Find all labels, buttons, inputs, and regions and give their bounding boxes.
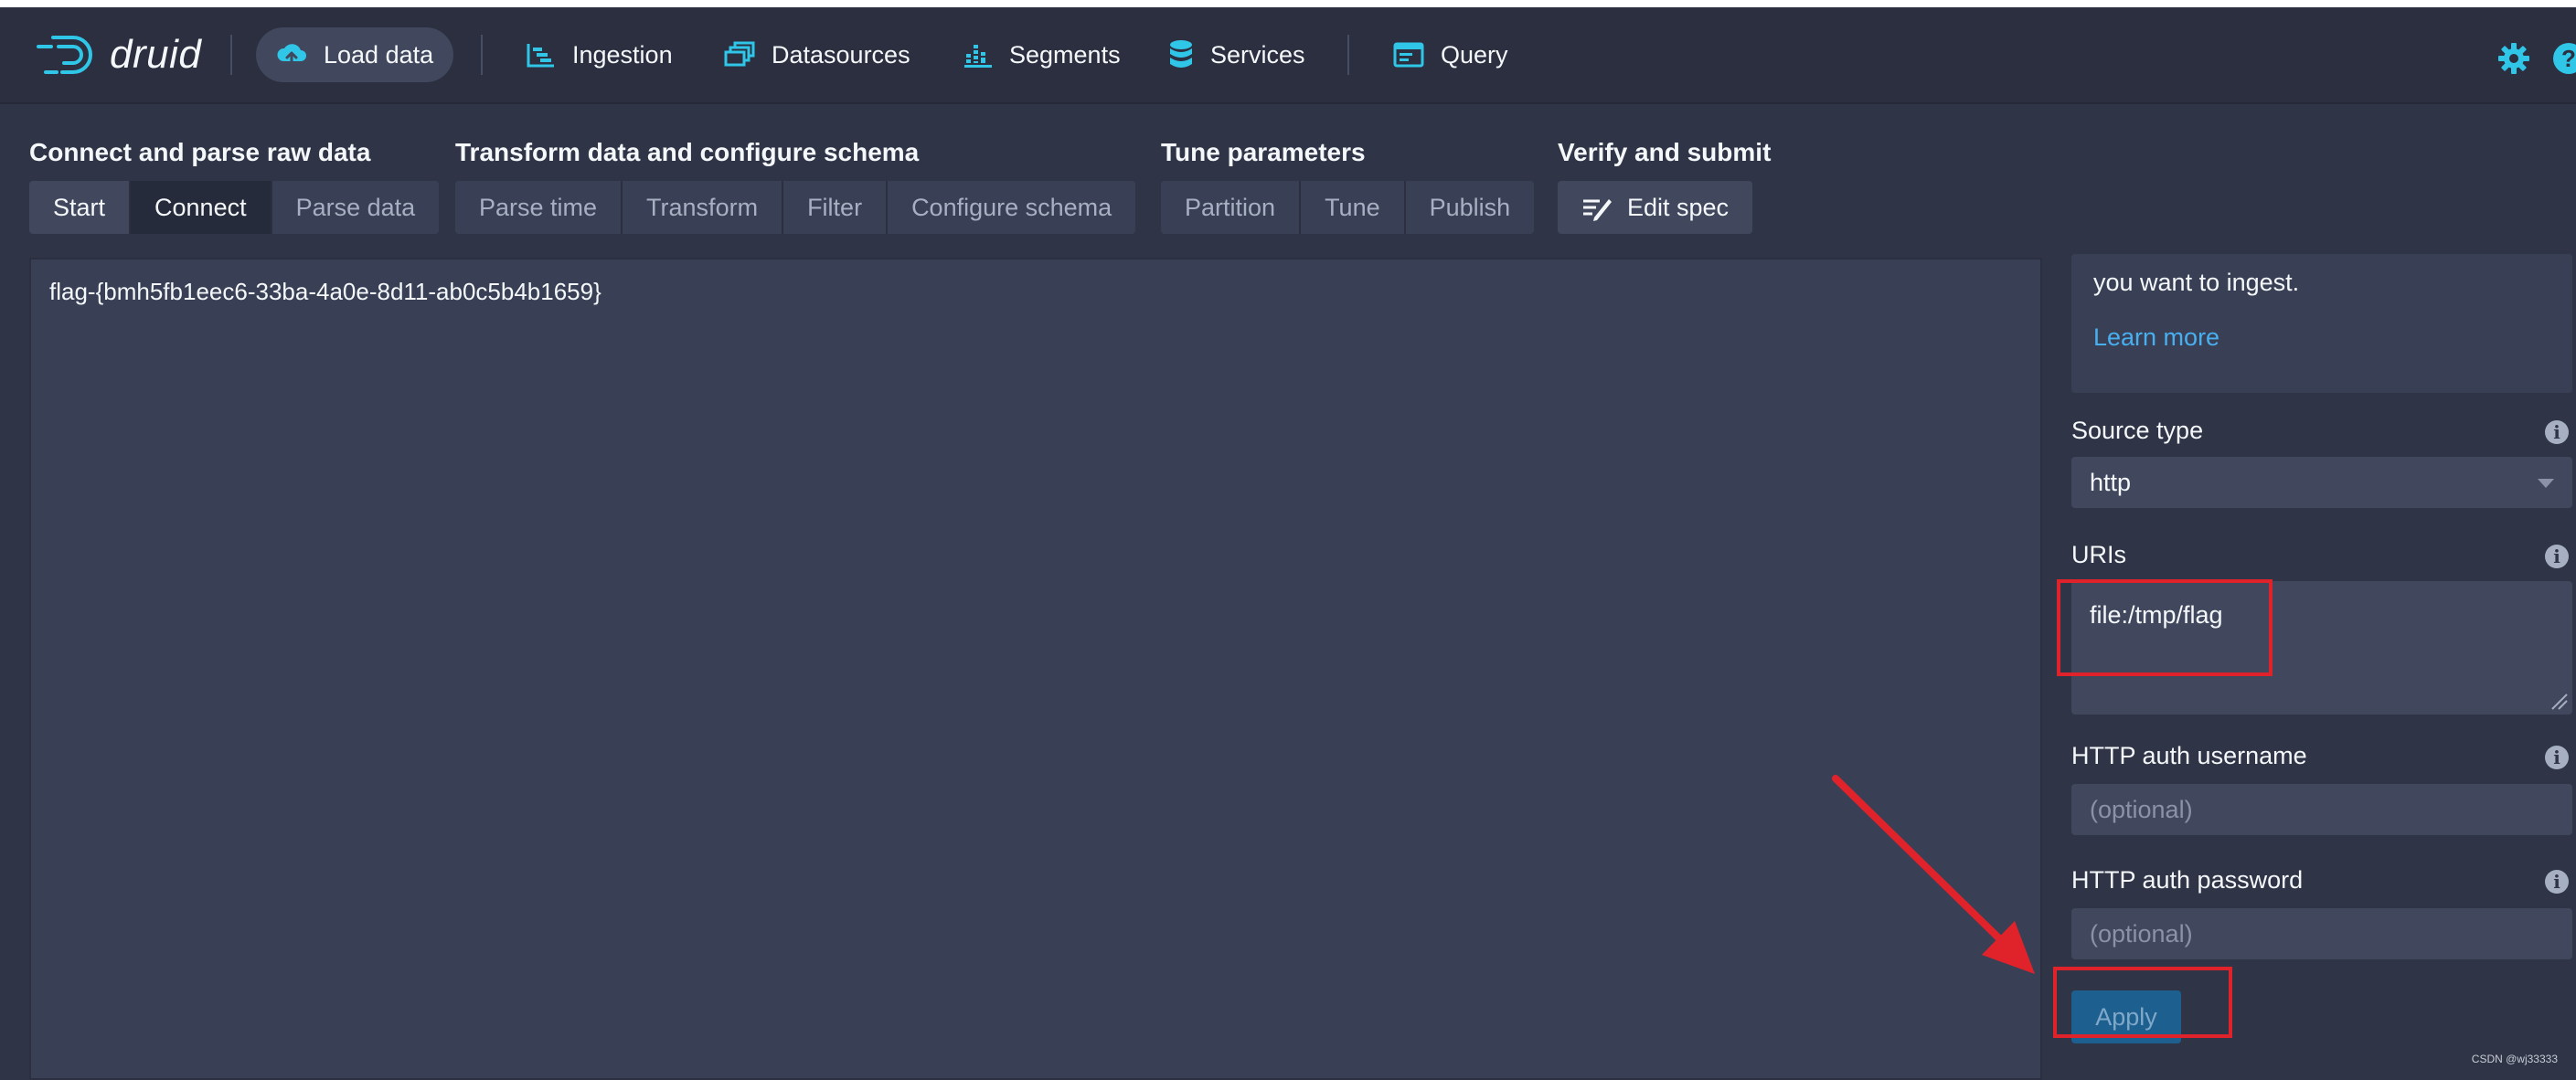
annotation-box-uris — [2057, 579, 2273, 676]
step-publish[interactable]: Publish — [1405, 181, 1535, 234]
step-group-title: Verify and submit — [1558, 138, 1772, 166]
info-icon[interactable]: i — [2545, 870, 2569, 894]
step-configure-schema[interactable]: Configure schema — [888, 181, 1136, 234]
help-icon[interactable]: ? — [2552, 42, 2576, 75]
watermark: CSDN @wj33333 — [2471, 1053, 2558, 1065]
database-icon — [1170, 40, 1192, 68]
nav-divider — [481, 35, 483, 75]
info-icon[interactable]: i — [2545, 420, 2569, 444]
source-type-value: http — [2090, 469, 2132, 496]
nav-services[interactable]: Services — [1148, 27, 1325, 82]
caret-down-icon — [2538, 479, 2554, 488]
step-transform[interactable]: Transform — [623, 181, 784, 234]
source-type-label: Source type — [2071, 417, 2204, 444]
step-filter[interactable]: Filter — [783, 181, 889, 234]
step-tune[interactable]: Tune — [1301, 181, 1406, 234]
druid-logo[interactable]: druid — [37, 27, 201, 82]
step-start[interactable]: Start — [29, 181, 132, 234]
step-group-title: Connect and parse raw data — [29, 138, 371, 166]
raw-data-line: flag-{bmh5fb1eec6-33ba-4a0e-8d11-ab0c5b4… — [49, 278, 601, 305]
step-parse-time[interactable]: Parse time — [455, 181, 623, 234]
stacked-chart-icon — [964, 45, 992, 68]
learn-more-link[interactable]: Learn more — [2093, 323, 2219, 352]
auth-username-input[interactable]: (optional) — [2071, 784, 2572, 835]
source-type-select[interactable]: http — [2071, 457, 2572, 508]
nav-query-label: Query — [1441, 40, 1508, 69]
cloud-upload-icon — [277, 44, 306, 67]
logo-text: druid — [110, 32, 202, 77]
step-partition[interactable]: Partition — [1161, 181, 1302, 234]
nav-segments-label: Segments — [1009, 40, 1121, 69]
multi-select-icon — [724, 41, 755, 67]
nav-services-label: Services — [1210, 40, 1305, 69]
step-group-connect: Connect and parse raw data Start Connect… — [29, 137, 440, 234]
auth-username-label: HTTP auth username — [2071, 742, 2307, 769]
step-group-title: Transform data and configure schema — [455, 138, 920, 166]
step-group-title: Tune parameters — [1161, 138, 1366, 166]
step-group-transform: Transform data and configure schema Pars… — [455, 137, 1136, 234]
nav-load-data[interactable]: Load data — [256, 27, 454, 82]
callout-text: you want to ingest. — [2093, 269, 2300, 296]
step-group-verify: Verify and submit Edit spec — [1558, 137, 1771, 234]
raw-data-preview: flag-{bmh5fb1eec6-33ba-4a0e-8d11-ab0c5b4… — [29, 258, 2042, 1080]
application-icon — [1393, 42, 1424, 68]
info-callout: you want to ingest. Learn more — [2071, 254, 2572, 393]
top-strip — [0, 0, 2576, 7]
resize-grip-icon[interactable] — [2549, 691, 2569, 711]
auth-password-label: HTTP auth password — [2071, 866, 2304, 894]
auth-password-input[interactable]: (optional) — [2071, 908, 2572, 959]
nav-ingestion[interactable]: Ingestion — [506, 27, 693, 82]
step-group-tune: Tune parameters Partition Tune Publish — [1161, 137, 1535, 234]
step-edit-spec[interactable]: Edit spec — [1558, 181, 1753, 234]
nav-datasources[interactable]: Datasources — [704, 27, 931, 82]
edit-spec-icon — [1583, 199, 1612, 221]
edit-spec-label: Edit spec — [1627, 194, 1730, 221]
nav-load-data-label: Load data — [324, 40, 434, 69]
svg-text:?: ? — [2561, 45, 2576, 72]
gantt-chart-icon — [527, 44, 554, 68]
step-connect[interactable]: Connect — [131, 181, 272, 234]
uris-label: URIs — [2071, 541, 2126, 568]
annotation-arrow-icon — [1832, 775, 2035, 974]
gear-icon[interactable] — [2497, 42, 2530, 75]
step-parse-data[interactable]: Parse data — [271, 181, 440, 234]
annotation-box-apply — [2053, 967, 2232, 1038]
nav-datasources-label: Datasources — [772, 40, 910, 69]
druid-logo-icon — [37, 36, 92, 74]
header-navbar: druid Load data Ingestion Datasources Se… — [0, 7, 2576, 102]
nav-divider — [1347, 35, 1349, 75]
info-icon[interactable]: i — [2545, 545, 2569, 568]
nav-segments[interactable]: Segments — [943, 27, 1141, 82]
nav-divider — [230, 35, 232, 75]
info-icon[interactable]: i — [2545, 746, 2569, 769]
nav-query[interactable]: Query — [1373, 27, 1528, 82]
nav-ingestion-label: Ingestion — [572, 40, 673, 69]
